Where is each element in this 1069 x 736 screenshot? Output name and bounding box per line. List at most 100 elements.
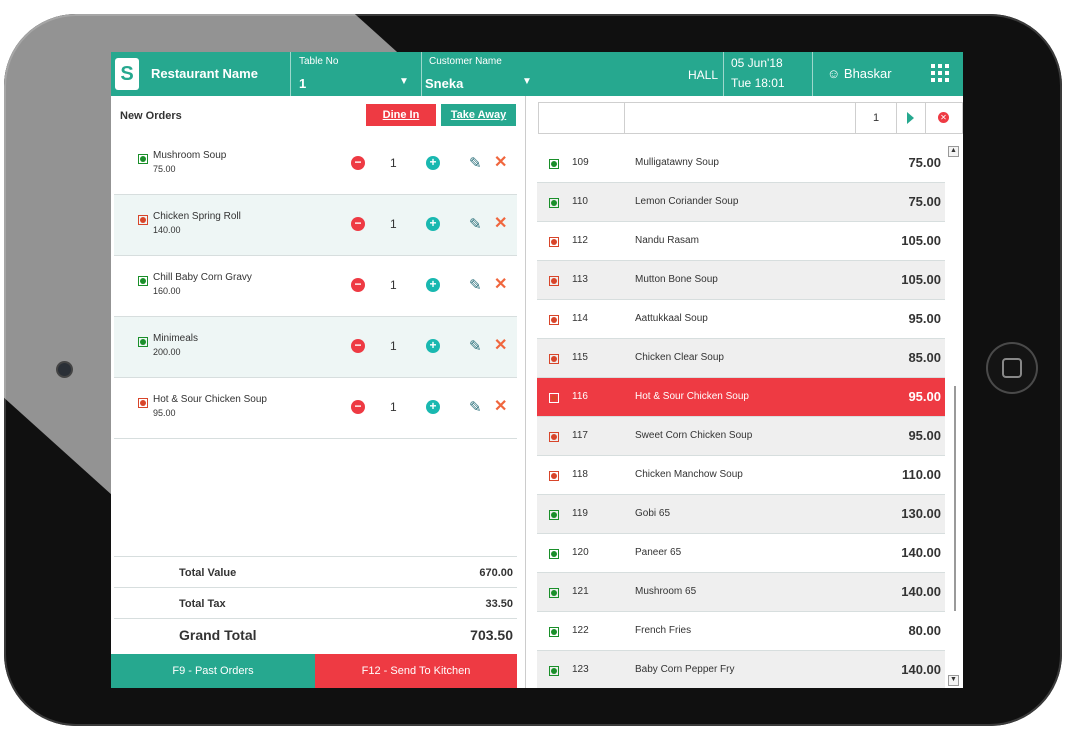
total-tax: 33.50 — [485, 598, 513, 610]
menu-item-code: 109 — [572, 157, 589, 168]
menu-item-row[interactable]: 119 Gobi 65 130.00 — [537, 495, 945, 534]
menu-item-name: Mushroom 65 — [635, 586, 697, 597]
menu-item-price: 95.00 — [908, 389, 941, 404]
order-item-name: Hot & Sour Chicken Soup — [153, 394, 267, 405]
menu-item-row[interactable]: 109 Mulligatawny Soup 75.00 — [537, 144, 945, 183]
scroll-down-icon[interactable]: ▼ — [948, 675, 959, 686]
menu-item-row[interactable]: 117 Sweet Corn Chicken Soup 95.00 — [537, 417, 945, 456]
item-code-input[interactable] — [538, 102, 625, 134]
remove-icon[interactable]: ✕ — [494, 274, 507, 294]
order-item-name: Mushroom Soup — [153, 150, 227, 161]
increase-icon[interactable]: + — [426, 278, 440, 292]
remove-icon[interactable]: ✕ — [494, 152, 507, 172]
remove-icon[interactable]: ✕ — [494, 335, 507, 355]
menu-item-row[interactable]: 123 Baby Corn Pepper Fry 140.00 — [537, 651, 945, 688]
menu-item-name: Hot & Sour Chicken Soup — [635, 391, 749, 402]
camera-icon — [58, 363, 71, 376]
menu-item-code: 117 — [572, 430, 588, 441]
total-value: 670.00 — [479, 567, 513, 579]
remove-icon[interactable]: ✕ — [494, 396, 507, 416]
menu-item-row[interactable]: 116 Hot & Sour Chicken Soup 95.00 — [537, 378, 945, 417]
edit-icon[interactable]: ✎ — [469, 337, 482, 355]
menu-item-price: 130.00 — [901, 506, 941, 521]
menu-item-row[interactable]: 121 Mushroom 65 140.00 — [537, 573, 945, 612]
order-row: Minimeals 200.00 − 1 + ✎ ✕ — [114, 317, 517, 378]
edit-icon[interactable]: ✎ — [469, 398, 482, 416]
new-orders-title: New Orders — [120, 110, 182, 122]
clear-button[interactable]: ✕ — [925, 102, 963, 134]
edit-icon[interactable]: ✎ — [469, 154, 482, 172]
scroll-up-icon[interactable]: ▲ — [948, 146, 959, 157]
menu-item-price: 80.00 — [908, 623, 941, 638]
scroll-thumb[interactable] — [954, 386, 956, 611]
menu-item-price: 140.00 — [901, 584, 941, 599]
total-tax-row: Total Tax 33.50 — [114, 587, 517, 618]
veg-indicator-icon — [549, 588, 559, 598]
decrease-icon[interactable]: − — [351, 278, 365, 292]
order-item-name: Minimeals — [153, 333, 199, 344]
nonveg-indicator-icon — [549, 237, 559, 247]
user-name: Bhaskar — [843, 66, 892, 81]
menu-item-code: 121 — [572, 586, 589, 597]
decrease-icon[interactable]: − — [351, 339, 365, 353]
app-logo: S — [115, 58, 139, 90]
dine-in-button[interactable]: Dine In — [366, 104, 436, 126]
veg-indicator-icon — [138, 337, 148, 347]
veg-indicator-icon — [549, 198, 559, 208]
order-item-qty: 1 — [390, 156, 397, 170]
time-text: Tue 18:01 — [731, 76, 785, 90]
menu-item-row[interactable]: 115 Chicken Clear Soup 85.00 — [537, 339, 945, 378]
menu-scrollbar[interactable]: ▲ ▼ — [948, 146, 959, 686]
chevron-down-icon[interactable]: ▼ — [399, 76, 409, 87]
table-value: 1 — [299, 76, 307, 91]
order-list: Mushroom Soup 75.00−1 + ✎ ✕ Chicken Spring Ro… — [114, 134, 517, 439]
menu-item-row[interactable]: 112 Nandu Rasam 105.00 — [537, 222, 945, 261]
menu-item-row[interactable]: 114 Aattukkaal Soup 95.00 — [537, 300, 945, 339]
menu-item-row[interactable]: 113 Mutton Bone Soup 105.00 — [537, 261, 945, 300]
menu-item-name: French Fries — [635, 625, 692, 636]
add-arrow-icon[interactable] — [896, 102, 926, 134]
decrease-icon[interactable]: − — [351, 400, 365, 414]
apps-grid-icon[interactable] — [931, 64, 949, 82]
customer-label: Customer Name — [429, 56, 502, 67]
veg-indicator-icon — [549, 510, 559, 520]
increase-icon[interactable]: + — [426, 339, 440, 353]
send-to-kitchen-button[interactable]: F12 - Send To Kitchen — [315, 654, 517, 688]
edit-icon[interactable]: ✎ — [469, 276, 482, 294]
decrease-icon[interactable]: − — [351, 217, 365, 231]
quantity-input[interactable]: 1 — [855, 102, 897, 134]
close-icon: ✕ — [938, 112, 949, 123]
increase-icon[interactable]: + — [426, 217, 440, 231]
menu-item-row[interactable]: 120 Paneer 65 140.00 — [537, 534, 945, 573]
order-item-name: Chicken Spring Roll — [153, 211, 241, 222]
menu-panel: 1 ✕ 109 Mulligatawny Soup 75.00 110 Lemon Co… — [535, 96, 963, 688]
home-square-icon — [1002, 358, 1022, 378]
menu-item-row[interactable]: 110 Lemon Coriander Soup 75.00 — [537, 183, 945, 222]
edit-icon[interactable]: ✎ — [469, 215, 482, 233]
panel-divider — [525, 96, 526, 688]
order-item-qty: 1 — [390, 278, 397, 292]
header-divider — [421, 52, 422, 96]
decrease-icon[interactable]: − — [351, 156, 365, 170]
menu-item-row[interactable]: 122 French Fries 80.00 — [537, 612, 945, 651]
menu-item-name: Chicken Manchow Soup — [635, 469, 743, 480]
chevron-down-icon[interactable]: ▼ — [522, 76, 532, 87]
increase-icon[interactable]: + — [426, 156, 440, 170]
home-button[interactable] — [986, 342, 1038, 394]
menu-item-price: 95.00 — [908, 428, 941, 443]
total-value-row: Total Value 670.00 — [114, 556, 517, 587]
user-menu[interactable]: ☺ Bhaskar — [827, 66, 892, 81]
past-orders-button[interactable]: F9 - Past Orders — [111, 654, 315, 688]
menu-item-price: 75.00 — [908, 155, 941, 170]
order-item-price: 140.00 — [153, 225, 181, 235]
menu-item-code: 110 — [572, 196, 588, 207]
user-icon: ☺ — [827, 66, 841, 81]
order-item-price: 95.00 — [153, 408, 176, 418]
menu-item-row[interactable]: 118 Chicken Manchow Soup 110.00 — [537, 456, 945, 495]
take-away-button[interactable]: Take Away — [441, 104, 516, 126]
item-search-input[interactable] — [624, 102, 856, 134]
order-row: Mushroom Soup 75.00 − 1 + ✎ ✕ — [114, 134, 517, 195]
increase-icon[interactable]: + — [426, 400, 440, 414]
order-item-qty: 1 — [390, 400, 397, 414]
remove-icon[interactable]: ✕ — [494, 213, 507, 233]
